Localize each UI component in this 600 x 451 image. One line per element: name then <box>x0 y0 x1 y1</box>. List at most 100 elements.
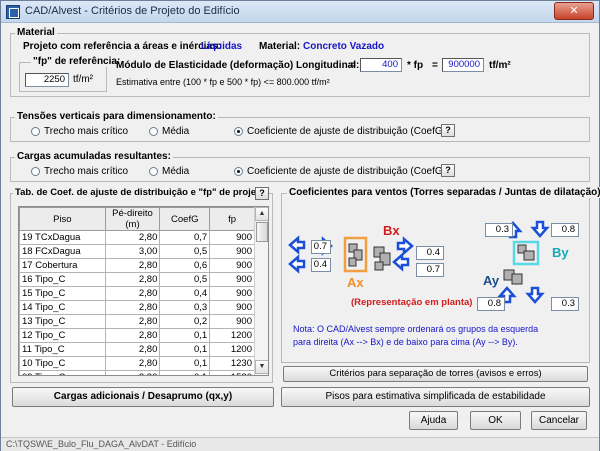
table-row[interactable]: 19 TCxDagua 2,80 0,7 900 <box>19 230 255 245</box>
cell-pe-direito[interactable]: 2,80 <box>104 314 161 329</box>
cell-fp[interactable]: 900 <box>209 244 255 259</box>
header-fp[interactable]: fp <box>209 207 255 231</box>
cell-pe-direito[interactable]: 2,80 <box>104 300 161 315</box>
cell-piso[interactable]: 19 TCxDagua <box>19 230 106 245</box>
cargas-adicionais-button[interactable]: Cargas adicionais / Desaprumo (qx,y) <box>12 387 274 407</box>
coef-table-title: Tab. de Coef. de ajuste de distribuição … <box>13 187 268 198</box>
cell-coefg[interactable]: 0,7 <box>159 230 211 245</box>
cell-coefg[interactable]: 0,1 <box>159 328 211 343</box>
cell-piso[interactable]: 09 Tipo_C <box>19 370 106 375</box>
cargas-radio-coefg[interactable] <box>234 167 243 176</box>
table-row[interactable]: 18 FCxDagua 3,00 0,5 900 <box>19 244 255 259</box>
mid-top-input[interactable]: 0.4 <box>416 246 444 260</box>
cell-piso[interactable]: 16 Tipo_C <box>19 272 106 287</box>
bx-label: Bx <box>383 223 400 238</box>
cell-fp[interactable]: 900 <box>209 272 255 287</box>
table-row[interactable]: 15 Tipo_C 2,80 0,4 900 <box>19 286 255 301</box>
cell-pe-direito[interactable]: 2,80 <box>104 356 161 371</box>
header-coefg[interactable]: CoefG <box>159 207 211 231</box>
table-row[interactable]: 17 Cobertura 2,80 0,6 900 <box>19 258 255 273</box>
cargas-help-button[interactable]: ? <box>441 164 455 177</box>
cell-fp[interactable]: 900 <box>209 286 255 301</box>
reference-value: Líquidas <box>201 41 243 52</box>
cell-piso[interactable]: 14 Tipo_C <box>19 300 106 315</box>
table-row[interactable]: 10 Tipo_C 2,80 0,1 1230 <box>19 356 255 371</box>
cargas-radio-critico[interactable] <box>31 167 40 176</box>
cell-pe-direito[interactable]: 2,80 <box>104 342 161 357</box>
right-top-right-input[interactable]: 0.8 <box>551 223 579 237</box>
cell-pe-direito[interactable]: 2,80 <box>104 328 161 343</box>
cell-coefg[interactable]: 0,3 <box>159 300 211 315</box>
cell-piso[interactable]: 11 Tipo_C <box>19 342 106 357</box>
cell-piso[interactable]: 10 Tipo_C <box>19 356 106 371</box>
coef-table-scrollbar[interactable]: ▲ ▼ <box>254 207 268 375</box>
status-bar: C:\TQSW\E_Bulo_Flu_DAGA_AlvDAT - Edifíci… <box>1 437 599 451</box>
ajuda-button[interactable]: Ajuda <box>409 411 458 430</box>
cell-pe-direito[interactable]: 3,00 <box>104 244 161 259</box>
table-row[interactable]: 16 Tipo_C 2,80 0,5 900 <box>19 272 255 287</box>
coef-table-help-button[interactable]: ? <box>255 187 269 200</box>
cell-piso[interactable]: 12 Tipo_C <box>19 328 106 343</box>
cell-coefg[interactable]: 0,1 <box>159 370 211 375</box>
factor-input[interactable]: 400 <box>360 58 402 72</box>
header-piso[interactable]: Piso <box>19 207 106 231</box>
table-row[interactable]: 11 Tipo_C 2,80 0,1 1200 <box>19 342 255 357</box>
mid-bottom-input[interactable]: 0.7 <box>416 263 444 277</box>
cell-piso[interactable]: 15 Tipo_C <box>19 286 106 301</box>
cell-fp[interactable]: 1200 <box>209 342 255 357</box>
close-button[interactable]: ✕ <box>554 2 594 20</box>
cell-fp[interactable]: 900 <box>209 314 255 329</box>
cell-fp[interactable]: 1230 <box>209 356 255 371</box>
right-bottom-left-input[interactable]: 0.8 <box>477 297 505 311</box>
cell-pe-direito[interactable]: 2,80 <box>104 272 161 287</box>
cell-pe-direito[interactable]: 2,80 <box>104 230 161 245</box>
coef-table-container: Piso Pé-direito (m) CoefG fp 19 TCxDagua… <box>18 206 269 376</box>
tensoes-radio-media[interactable] <box>149 127 158 136</box>
left-bottom-input[interactable]: 0.4 <box>311 258 331 272</box>
pisos-estabilidade-button[interactable]: Pisos para estimativa simplificada de es… <box>281 387 590 407</box>
fp-input[interactable]: 2250 <box>25 73 69 87</box>
right-bottom-right-input[interactable]: 0.3 <box>551 297 579 311</box>
cell-coefg[interactable]: 0,4 <box>159 286 211 301</box>
table-row[interactable]: 14 Tipo_C 2,80 0,3 900 <box>19 300 255 315</box>
right-top-left-input[interactable]: 0.3 <box>485 223 513 237</box>
cell-pe-direito[interactable]: 2,80 <box>104 286 161 301</box>
tensoes-radio-critico[interactable] <box>31 127 40 136</box>
scroll-up-icon[interactable]: ▲ <box>255 207 268 221</box>
table-row[interactable]: 13 Tipo_C 2,80 0,2 900 <box>19 314 255 329</box>
cell-fp[interactable]: 1520 <box>209 370 255 375</box>
table-row[interactable]: 12 Tipo_C 2,80 0,1 1200 <box>19 328 255 343</box>
cell-piso[interactable]: 17 Cobertura <box>19 258 106 273</box>
modulus-input[interactable]: 900000 <box>442 58 484 72</box>
scroll-thumb[interactable] <box>256 222 268 242</box>
cell-coefg[interactable]: 0,6 <box>159 258 211 273</box>
tensoes-option-coefg: Coeficiente de ajuste de distribuição (C… <box>247 126 446 137</box>
cell-coefg[interactable]: 0,5 <box>159 244 211 259</box>
cargas-option-media: Média <box>162 166 190 177</box>
cell-pe-direito[interactable]: 2,80 <box>104 370 161 375</box>
cell-coefg[interactable]: 0,1 <box>159 342 211 357</box>
scroll-down-icon[interactable]: ▼ <box>255 360 268 374</box>
header-pe-direito[interactable]: Pé-direito (m) <box>104 207 161 231</box>
cell-coefg[interactable]: 0,5 <box>159 272 211 287</box>
cell-pe-direito[interactable]: 2,80 <box>104 258 161 273</box>
ok-button[interactable]: OK <box>470 411 521 430</box>
arrow-down-icon <box>525 286 545 304</box>
cancelar-button[interactable]: Cancelar <box>531 411 587 430</box>
cell-fp[interactable]: 900 <box>209 230 255 245</box>
cell-fp[interactable]: 900 <box>209 258 255 273</box>
cell-coefg[interactable]: 0,1 <box>159 356 211 371</box>
tensoes-radio-coefg[interactable] <box>234 127 243 136</box>
ay-label: Ay <box>483 273 500 288</box>
criterios-torres-button[interactable]: Critérios para separação de torres (avis… <box>283 366 588 382</box>
tensoes-help-button[interactable]: ? <box>441 124 455 137</box>
left-top-input[interactable]: 0.7 <box>311 240 331 254</box>
cell-coefg[interactable]: 0,2 <box>159 314 211 329</box>
cell-piso[interactable]: 18 FCxDagua <box>19 244 106 259</box>
cargas-radio-media[interactable] <box>149 167 158 176</box>
table-row[interactable]: 09 Tipo_C2,800,11520 <box>19 370 255 375</box>
cell-fp[interactable]: 900 <box>209 300 255 315</box>
cell-piso[interactable]: 13 Tipo_C <box>19 314 106 329</box>
cell-fp[interactable]: 1200 <box>209 328 255 343</box>
modulus-unit: tf/m² <box>489 60 511 71</box>
